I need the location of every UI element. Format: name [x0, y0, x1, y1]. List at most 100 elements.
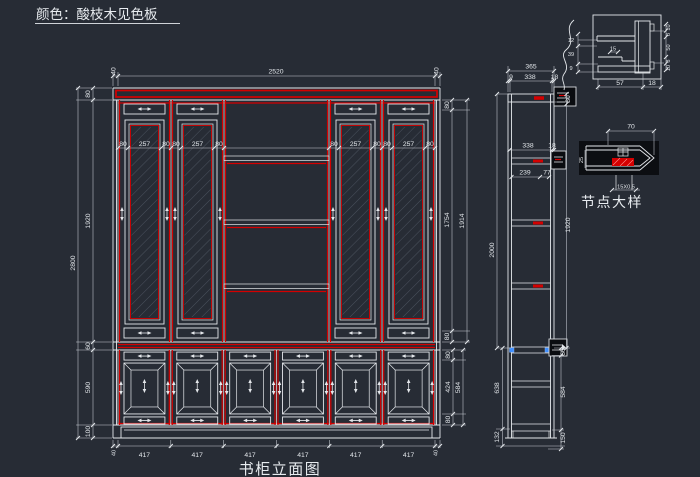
sec-dim: 18: [551, 74, 559, 81]
dim-bottom-seg: 417: [350, 452, 362, 459]
sec-dim: 80: [565, 95, 572, 103]
dim-door: 257: [350, 141, 362, 148]
corner-profile: [597, 21, 654, 73]
upper-dividers: [118, 100, 435, 342]
corner-dim: 18: [648, 80, 656, 87]
upper-door[interactable]: [384, 104, 433, 338]
corner-dim: 10: [666, 65, 672, 71]
dim-bottom-seg: 417: [403, 452, 415, 459]
lower-door[interactable]: [383, 352, 434, 424]
node-dim: 15X0.5: [617, 185, 635, 191]
lower-door[interactable]: [172, 352, 223, 424]
node-dim: 25: [579, 157, 585, 163]
section-dim-ticks: [495, 69, 569, 451]
dim-door: 80: [383, 141, 391, 148]
page-title: 颜色：酸枝木见色板: [35, 6, 180, 24]
dim-door: 80: [215, 141, 223, 148]
dim-door: 257: [403, 141, 415, 148]
node-dim: 70: [627, 124, 635, 131]
corner-dim: 50: [666, 44, 672, 50]
corner-dim: 8: [666, 33, 672, 36]
dim-left-seg: 590: [85, 382, 92, 394]
sec-dim: 60: [560, 348, 567, 356]
dim-door: 80: [119, 141, 127, 148]
section-plinth: [513, 431, 549, 438]
dim-door: 80: [373, 141, 381, 148]
section-top-band: [508, 94, 554, 102]
lower-door[interactable]: [330, 352, 381, 424]
sec-dim: 239: [519, 170, 531, 177]
corner-detail[interactable]: 12 39 9 15 57 18 10 8 50 8 10: [568, 15, 672, 90]
elevation-view[interactable]: 2520 40 40 80 1920 60 590 100 2800 80 17…: [70, 67, 470, 477]
dim-right-upper-a: 80: [444, 101, 451, 109]
corner-dim: 15: [610, 47, 616, 53]
dim-right-upper-c: 80: [444, 333, 451, 341]
corner-dim: 12: [568, 38, 574, 44]
lower-door[interactable]: [278, 352, 329, 424]
dim-door: 80: [330, 141, 338, 148]
dim-door: 80: [172, 141, 180, 148]
sec-dim: 365: [525, 64, 537, 71]
plinth: [121, 427, 432, 438]
dim-bottom-seg: 417: [139, 452, 151, 459]
dim-bottom-seg: 417: [244, 452, 256, 459]
sec-dim: 338: [524, 74, 536, 81]
dim-right-upper-total: 1914: [459, 213, 466, 228]
sec-dim: 338: [522, 143, 534, 150]
open-shelves[interactable]: [224, 156, 329, 292]
dim-door: 257: [192, 141, 204, 148]
sec-dim: 150: [560, 432, 567, 444]
corner-dim: 9: [569, 66, 572, 72]
dim-door: 80: [426, 141, 434, 148]
upper-door[interactable]: [173, 104, 222, 338]
dim-door: 257: [139, 141, 151, 148]
dim-right-lower-c: 80: [445, 416, 452, 424]
red-mark: [533, 222, 543, 225]
corner-dim: 39: [568, 52, 574, 58]
red-mark: [533, 285, 543, 288]
sec-dim: 584: [560, 386, 567, 398]
detail-border: [593, 15, 661, 79]
dim-left-seg: 80: [85, 90, 92, 98]
crown-red-band: [116, 91, 437, 98]
sec-dim: 18: [548, 143, 556, 150]
section-view[interactable]: 365 9 338 18 338 18 239 77 2000 638 132 …: [489, 64, 576, 452]
color-note-text: 颜色：酸枝木见色板: [36, 6, 158, 22]
cad-drawing: 颜色：酸枝木见色板: [0, 0, 700, 477]
dim-bottom-left: 40: [112, 450, 118, 456]
sec-dim: 77: [543, 170, 551, 177]
dim-top-left: 40: [111, 67, 118, 75]
corner-dim: 57: [616, 80, 624, 87]
upper-door[interactable]: [331, 104, 380, 338]
sec-dim: 638: [494, 382, 501, 394]
lower-door[interactable]: [119, 352, 170, 424]
elevation-label: 书柜立面图: [239, 461, 322, 477]
node-detail[interactable]: 70 25 15X0.5 节点大样: [579, 124, 659, 211]
lower-door[interactable]: [225, 352, 276, 424]
dim-top-right: 40: [434, 67, 441, 75]
dim-left-seg: 60: [85, 342, 92, 350]
sec-dim: 1920: [565, 217, 572, 232]
dim-right-upper-b: 1754: [444, 212, 451, 227]
dim-top-total: 2520: [268, 69, 283, 76]
lower-dividers: [118, 350, 435, 425]
red-mark: [533, 160, 543, 163]
dim-right-lower-a: 80: [445, 351, 452, 359]
node-detail-label: 节点大样: [581, 194, 643, 210]
detail-callout-box[interactable]: [551, 151, 566, 169]
section-shelves[interactable]: [510, 158, 551, 431]
dim-door: 80: [162, 141, 170, 148]
upper-red-dividers: [120, 100, 434, 342]
dim-left-total: 2800: [70, 255, 77, 270]
dim-bottom-seg: 417: [297, 452, 309, 459]
corner-dim: 8: [666, 59, 672, 62]
selection-grip[interactable]: [510, 348, 515, 353]
corner-dim: 10: [666, 24, 672, 30]
upper-door[interactable]: [120, 104, 169, 338]
dim-right-lower-b: 424: [445, 381, 452, 393]
sec-dim: 2000: [489, 242, 496, 257]
dim-bottom-right: 40: [434, 450, 440, 456]
dim-right-lower-total: 584: [455, 382, 462, 394]
section-dim-lines: [496, 66, 570, 449]
cad-canvas[interactable]: 颜色：酸枝木见色板: [0, 0, 700, 477]
